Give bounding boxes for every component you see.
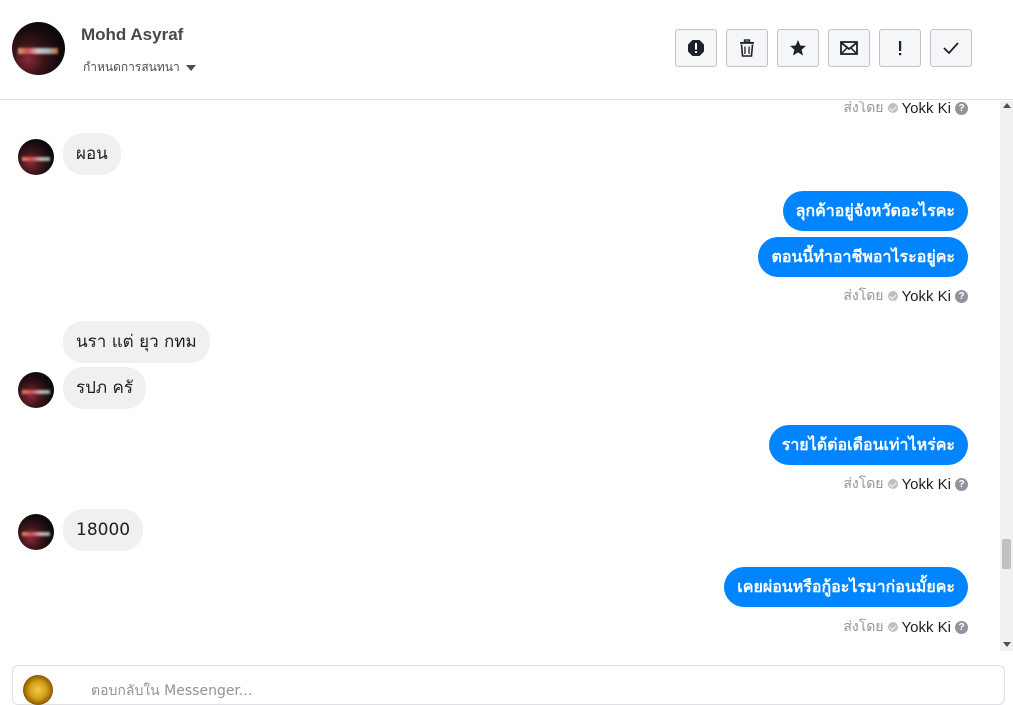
sent-by-label: ส่งโดย bbox=[843, 101, 884, 116]
contact-avatar-small[interactable] bbox=[18, 139, 54, 175]
help-icon[interactable]: ? bbox=[955, 289, 968, 303]
mark-unread-button[interactable] bbox=[828, 29, 870, 67]
reply-input[interactable]: ตอบกลับใน Messenger... bbox=[91, 680, 252, 702]
page-avatar bbox=[23, 675, 53, 705]
help-icon[interactable]: ? bbox=[955, 101, 968, 115]
verified-check-icon bbox=[887, 479, 898, 489]
contact-avatar-small[interactable] bbox=[18, 372, 54, 408]
alert-octagon-icon bbox=[688, 40, 704, 56]
sent-by-label: ส่งโดย bbox=[843, 476, 884, 492]
mark-done-button[interactable] bbox=[930, 29, 972, 67]
verified-check-icon bbox=[887, 622, 898, 632]
help-icon[interactable]: ? bbox=[955, 620, 968, 634]
sender-name[interactable]: Yokk Ki bbox=[902, 619, 951, 636]
report-spam-button[interactable] bbox=[675, 29, 717, 67]
message-composer[interactable]: ตอบกลับใน Messenger... bbox=[12, 665, 1005, 705]
help-icon[interactable]: ? bbox=[955, 477, 968, 491]
message-bubble-outgoing[interactable]: ตอนนี้ทำอาชีพอาไระอยู่คะ bbox=[758, 237, 968, 277]
exclamation-icon bbox=[899, 41, 902, 56]
contact-name[interactable]: Mohd Asyraf bbox=[81, 25, 183, 45]
contact-avatar-small[interactable] bbox=[18, 514, 54, 550]
action-toolbar bbox=[675, 29, 972, 67]
sender-name[interactable]: Yokk Ki bbox=[902, 101, 951, 117]
verified-check-icon bbox=[887, 291, 898, 301]
sent-by-label: ส่งโดย bbox=[843, 619, 884, 635]
sent-by-label: ส่งโดย bbox=[843, 288, 884, 304]
sent-by-meta: ส่งโดย Yokk Ki ? bbox=[843, 616, 968, 638]
sent-by-meta: ส่งโดย Yokk Ki ? bbox=[843, 101, 968, 119]
message-bubble-incoming[interactable]: นรา แต่ ยุว กทม bbox=[63, 321, 210, 363]
star-icon bbox=[790, 40, 806, 56]
star-button[interactable] bbox=[777, 29, 819, 67]
checkmark-icon bbox=[943, 42, 959, 55]
envelope-icon bbox=[840, 41, 858, 55]
message-bubble-incoming[interactable]: ผอน bbox=[63, 133, 121, 175]
scroll-thumb[interactable] bbox=[1002, 539, 1011, 569]
caret-down-icon bbox=[185, 64, 196, 71]
contact-avatar[interactable] bbox=[12, 22, 65, 75]
message-thread: ส่งโดย Yokk Ki ? ผอน ลุกค้าอยู่จังหวัดอะ… bbox=[0, 101, 1000, 651]
conversation-settings-dropdown[interactable]: กำหนดการสนทนา bbox=[83, 58, 196, 77]
scroll-down-arrow-icon[interactable] bbox=[1003, 642, 1011, 647]
message-bubble-outgoing[interactable]: รายได้ต่อเดือนเท่าไหร่คะ bbox=[768, 425, 968, 465]
message-bubble-incoming[interactable]: 18000 bbox=[63, 509, 144, 551]
follow-up-button[interactable] bbox=[879, 29, 921, 67]
message-bubble-outgoing[interactable]: ลุกค้าอยู่จังหวัดอะไรคะ bbox=[782, 191, 968, 231]
delete-button[interactable] bbox=[726, 29, 768, 67]
message-bubble-incoming[interactable]: รปภ ครั bbox=[63, 367, 147, 409]
conversation-settings-label: กำหนดการสนทนา bbox=[83, 60, 180, 74]
message-bubble-outgoing[interactable]: เคยผ่อนหรือกู้อะไรมาก่อนมั้ยคะ bbox=[724, 567, 968, 607]
thread-scrollbar[interactable] bbox=[1000, 101, 1013, 651]
scroll-up-arrow-icon[interactable] bbox=[1003, 103, 1011, 108]
conversation-header: Mohd Asyraf กำหนดการสนทนา bbox=[0, 0, 1013, 100]
sent-by-meta: ส่งโดย Yokk Ki ? bbox=[843, 285, 968, 307]
sender-name[interactable]: Yokk Ki bbox=[902, 288, 951, 305]
sent-by-meta: ส่งโดย Yokk Ki ? bbox=[843, 473, 968, 495]
sender-name[interactable]: Yokk Ki bbox=[902, 476, 951, 493]
verified-check-icon bbox=[887, 103, 898, 113]
trash-icon bbox=[740, 39, 754, 57]
